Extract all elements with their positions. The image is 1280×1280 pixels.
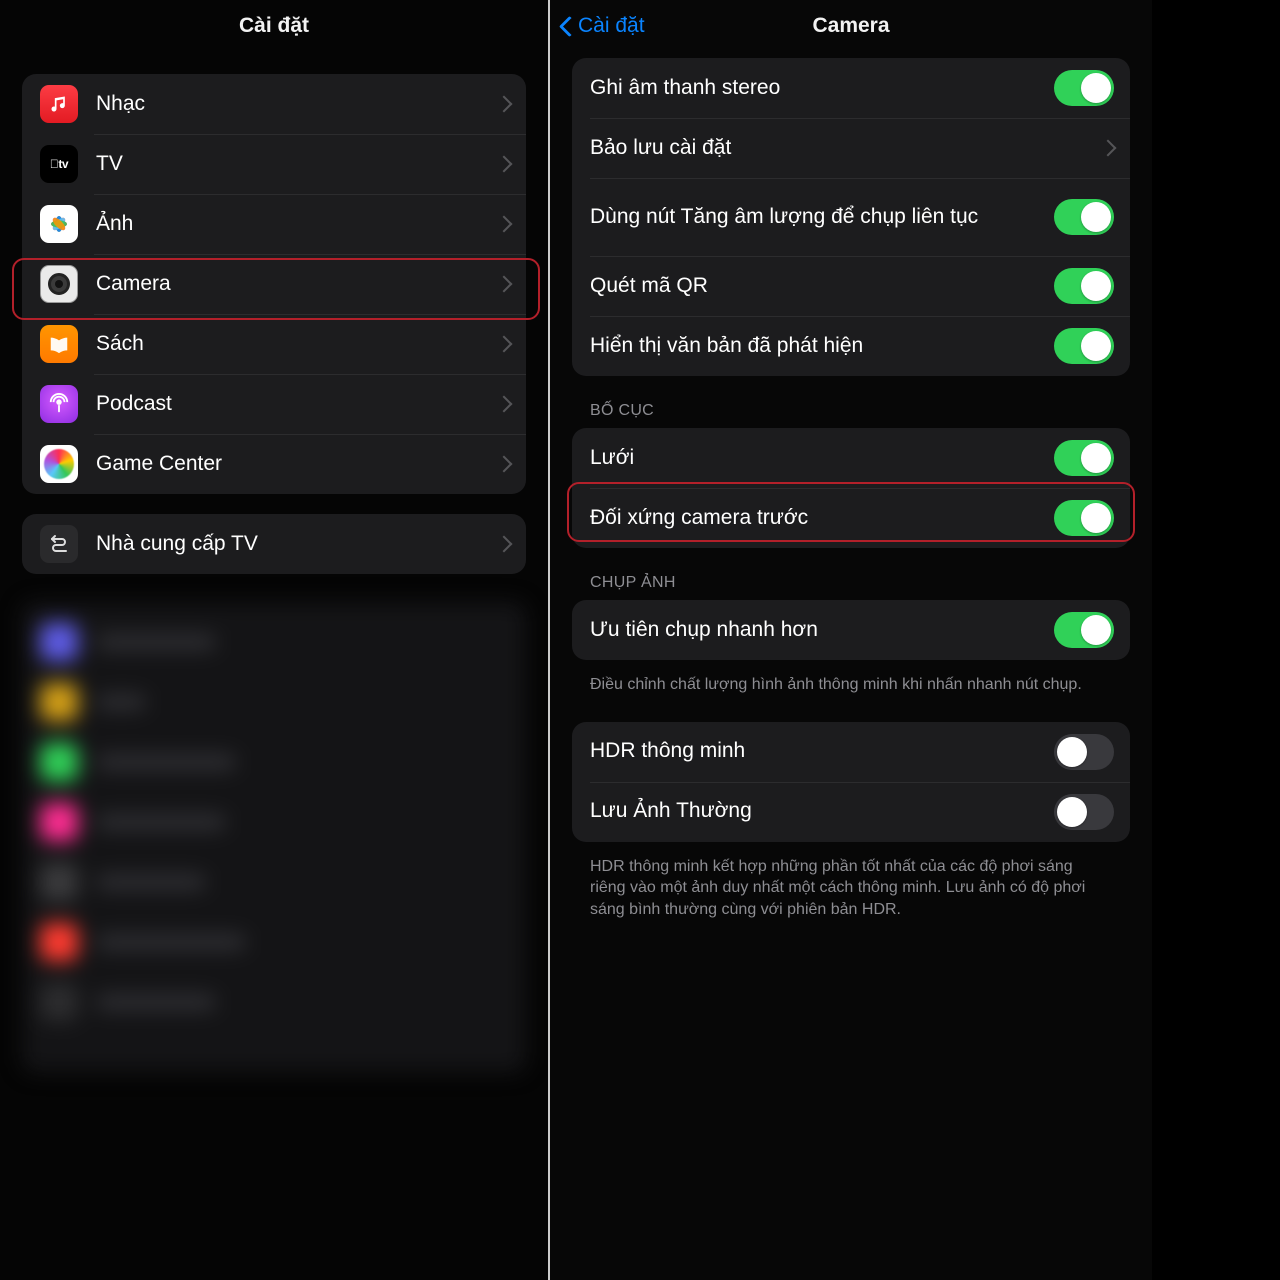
toggle-detected-text[interactable] [1054, 328, 1114, 364]
recording-group: Ghi âm thanh stereo Bảo lưu cài đặt Dùng… [572, 58, 1130, 376]
row-grid[interactable]: Lưới [572, 428, 1130, 488]
chevron-right-icon [498, 154, 510, 174]
layout-group: Lưới Đối xứng camera trước [572, 428, 1130, 548]
section-header-layout: BỐ CỤC [590, 402, 1112, 420]
row-label: Podcast [96, 391, 498, 417]
row-label: Nhà cung cấp TV [96, 531, 498, 557]
settings-row-gamecenter[interactable]: Game Center [22, 434, 526, 494]
row-preserve-settings[interactable]: Bảo lưu cài đặt [572, 118, 1130, 178]
camera-icon [40, 265, 78, 303]
row-volume-burst[interactable]: Dùng nút Tăng âm lượng để chụp liên tục [572, 178, 1130, 256]
tvprovider-icon [40, 525, 78, 563]
toggle-faster-shot[interactable] [1054, 612, 1114, 648]
row-label: Ảnh [96, 211, 498, 237]
hdr-group: HDR thông minh Lưu Ảnh Thường [572, 722, 1130, 842]
back-button[interactable]: Cài đặt [560, 0, 645, 52]
page-title: Cài đặt [239, 14, 309, 38]
toggle-smart-hdr[interactable] [1054, 734, 1114, 770]
toggle-volume-burst[interactable] [1054, 199, 1114, 235]
apps-group: Nhạc tv TV Ảnh [22, 74, 526, 494]
back-label: Cài đặt [578, 14, 645, 38]
tvprovider-group: Nhà cung cấp TV [22, 514, 526, 574]
chevron-right-icon [498, 94, 510, 114]
row-label: Dùng nút Tăng âm lượng để chụp liên tục [590, 204, 1054, 230]
row-label: Đối xứng camera trước [590, 505, 1054, 531]
toggle-stereo[interactable] [1054, 70, 1114, 106]
settings-row-photos[interactable]: Ảnh [22, 194, 526, 254]
chevron-right-icon [498, 394, 510, 414]
footer-faster-shot: Điều chỉnh chất lượng hình ảnh thông min… [590, 674, 1112, 696]
row-label: Ghi âm thanh stereo [590, 75, 1054, 101]
podcast-icon [40, 385, 78, 423]
photos-icon [40, 205, 78, 243]
settings-row-tv[interactable]: tv TV [22, 134, 526, 194]
blurred-apps-group [22, 602, 526, 1072]
row-label: TV [96, 151, 498, 177]
chevron-right-icon [498, 214, 510, 234]
settings-row-books[interactable]: Sách [22, 314, 526, 374]
chevron-right-icon [498, 454, 510, 474]
row-label: Lưới [590, 445, 1054, 471]
row-qr[interactable]: Quét mã QR [572, 256, 1130, 316]
row-label: Lưu Ảnh Thường [590, 798, 1054, 824]
capture-group: Ưu tiên chụp nhanh hơn [572, 600, 1130, 660]
row-smart-hdr[interactable]: HDR thông minh [572, 722, 1130, 782]
books-icon [40, 325, 78, 363]
chevron-left-icon [560, 14, 574, 38]
row-label: Bảo lưu cài đặt [590, 135, 1102, 161]
row-label: Hiển thị văn bản đã phát hiện [590, 333, 1054, 359]
row-mirror-front[interactable]: Đối xứng camera trước [572, 488, 1130, 548]
row-label: Quét mã QR [590, 273, 1054, 299]
toggle-mirror-front[interactable] [1054, 500, 1114, 536]
chevron-right-icon [498, 534, 510, 554]
settings-row-camera[interactable]: Camera [22, 254, 526, 314]
page-title: Camera [812, 14, 889, 38]
toggle-qr[interactable] [1054, 268, 1114, 304]
chevron-right-icon [1102, 138, 1114, 158]
gamecenter-icon [40, 445, 78, 483]
settings-row-podcast[interactable]: Podcast [22, 374, 526, 434]
row-label: Camera [96, 271, 498, 297]
music-icon [40, 85, 78, 123]
appletv-icon: tv [40, 145, 78, 183]
row-label: HDR thông minh [590, 738, 1054, 764]
row-label: Sách [96, 331, 498, 357]
section-header-capture: CHỤP ẢNH [590, 574, 1112, 592]
row-label: Ưu tiên chụp nhanh hơn [590, 617, 1054, 643]
chevron-right-icon [498, 274, 510, 294]
row-faster-shot[interactable]: Ưu tiên chụp nhanh hơn [572, 600, 1130, 660]
footer-hdr: HDR thông minh kết hợp những phần tốt nh… [590, 856, 1112, 921]
row-label: Nhạc [96, 91, 498, 117]
row-stereo[interactable]: Ghi âm thanh stereo [572, 58, 1130, 118]
settings-row-music[interactable]: Nhạc [22, 74, 526, 134]
settings-row-tvprovider[interactable]: Nhà cung cấp TV [22, 514, 526, 574]
row-keep-normal[interactable]: Lưu Ảnh Thường [572, 782, 1130, 842]
row-detected-text[interactable]: Hiển thị văn bản đã phát hiện [572, 316, 1130, 376]
row-label: Game Center [96, 451, 498, 477]
chevron-right-icon [498, 334, 510, 354]
toggle-keep-normal[interactable] [1054, 794, 1114, 830]
toggle-grid[interactable] [1054, 440, 1114, 476]
